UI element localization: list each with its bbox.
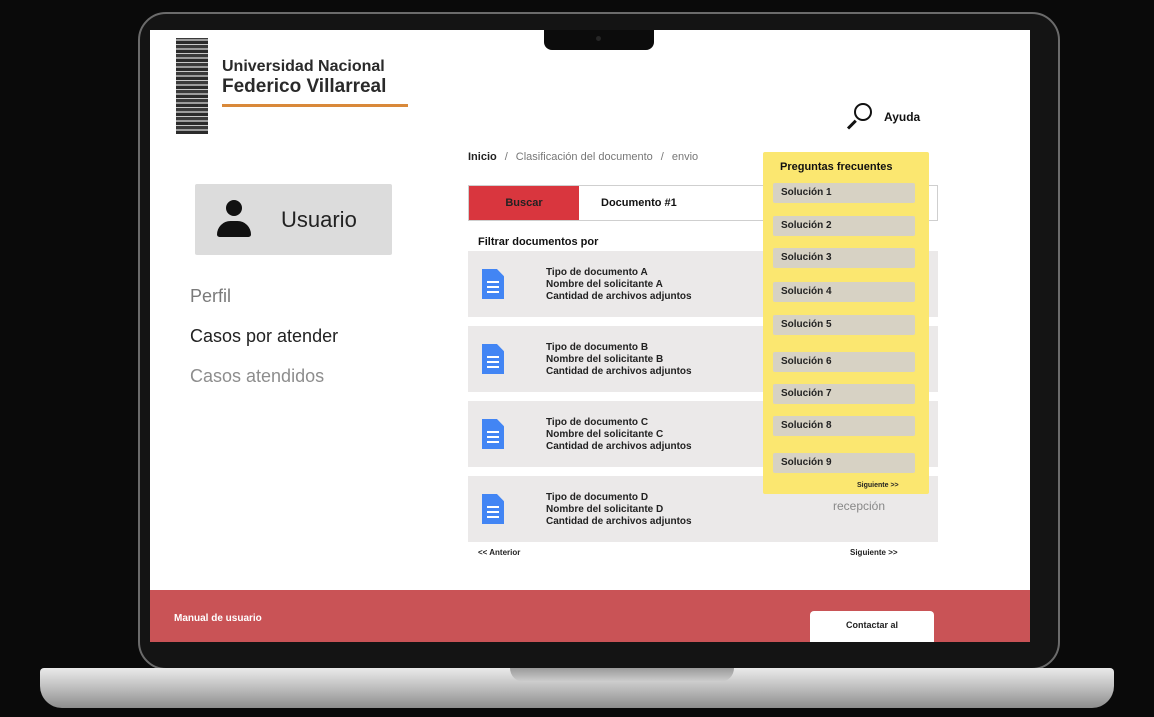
user-card[interactable]: Usuario — [195, 184, 392, 255]
faq-item[interactable]: Solución 1 — [773, 183, 915, 203]
search-input[interactable]: Documento #1 — [579, 186, 677, 220]
breadcrumb: Inicio / Clasificación del documento / envio — [468, 151, 698, 163]
header-underline — [222, 104, 408, 107]
help-button[interactable]: Ayuda — [846, 103, 921, 131]
document-applicant: Nombre del solicitante C — [546, 429, 664, 440]
faq-panel: Preguntas frecuentes Solución 1 Solución… — [763, 152, 929, 494]
faq-next-link[interactable]: Siguiente >> — [857, 482, 899, 489]
document-applicant: Nombre del solicitante D — [546, 504, 664, 515]
sidebar-item-perfil[interactable]: Perfil — [190, 286, 231, 307]
previous-page-link[interactable]: << Anterior — [478, 548, 520, 557]
document-type: Tipo de documento A — [546, 267, 648, 278]
laptop-base — [40, 668, 1114, 708]
document-type: Tipo de documento D — [546, 492, 649, 503]
contact-button[interactable]: Contactar al — [810, 611, 934, 642]
document-attachments: Cantidad de archivos adjuntos — [546, 291, 692, 302]
faq-item[interactable]: Solución 5 — [773, 315, 915, 335]
sidebar-item-casos-por-atender[interactable]: Casos por atender — [190, 326, 338, 347]
document-attachments: Cantidad de archivos adjuntos — [546, 441, 692, 452]
user-manual-link[interactable]: Manual de usuario — [174, 613, 262, 624]
faq-item[interactable]: Solución 4 — [773, 282, 915, 302]
faq-title: Preguntas frecuentes — [780, 161, 893, 173]
document-icon — [482, 344, 504, 374]
camera-icon — [596, 36, 601, 41]
breadcrumb-separator: / — [660, 151, 664, 163]
document-applicant: Nombre del solicitante A — [546, 279, 663, 290]
document-icon — [482, 494, 504, 524]
document-type: Tipo de documento B — [546, 342, 649, 353]
faq-item[interactable]: Solución 2 — [773, 216, 915, 236]
laptop-opening-groove — [510, 668, 734, 682]
help-label: Ayuda — [884, 110, 921, 124]
breadcrumb-classification[interactable]: Clasificación del documento — [516, 151, 653, 163]
document-status: recepción — [833, 499, 886, 513]
filter-label[interactable]: Filtrar documentos por — [478, 236, 598, 248]
document-attachments: Cantidad de archivos adjuntos — [546, 516, 692, 527]
sidebar-item-casos-atendidos[interactable]: Casos atendidos — [190, 366, 324, 387]
faq-item[interactable]: Solución 7 — [773, 384, 915, 404]
document-icon — [482, 419, 504, 449]
user-label: Usuario — [281, 206, 357, 232]
search-button[interactable]: Buscar — [469, 186, 579, 220]
university-name-line2: Federico Villarreal — [222, 76, 387, 97]
laptop-notch — [544, 30, 654, 50]
app-screen: Universidad Nacional Federico Villarreal… — [150, 30, 1030, 642]
user-icon — [217, 199, 251, 240]
faq-item[interactable]: Solución 8 — [773, 416, 915, 436]
footer: Manual de usuario Contactar al — [150, 590, 1030, 642]
document-icon — [482, 269, 504, 299]
document-attachments: Cantidad de archivos adjuntos — [546, 366, 692, 377]
breadcrumb-home[interactable]: Inicio — [468, 151, 497, 163]
university-logo — [176, 38, 208, 134]
university-name-line1: Universidad Nacional — [222, 58, 385, 75]
breadcrumb-separator: / — [504, 151, 508, 163]
faq-item[interactable]: Solución 6 — [773, 352, 915, 372]
faq-item[interactable]: Solución 9 — [773, 453, 915, 473]
faq-item[interactable]: Solución 3 — [773, 248, 915, 268]
search-icon — [846, 103, 874, 131]
document-applicant: Nombre del solicitante B — [546, 354, 664, 365]
next-page-link[interactable]: Siguiente >> — [850, 548, 898, 557]
breadcrumb-envio[interactable]: envio — [672, 151, 698, 163]
document-type: Tipo de documento C — [546, 417, 649, 428]
